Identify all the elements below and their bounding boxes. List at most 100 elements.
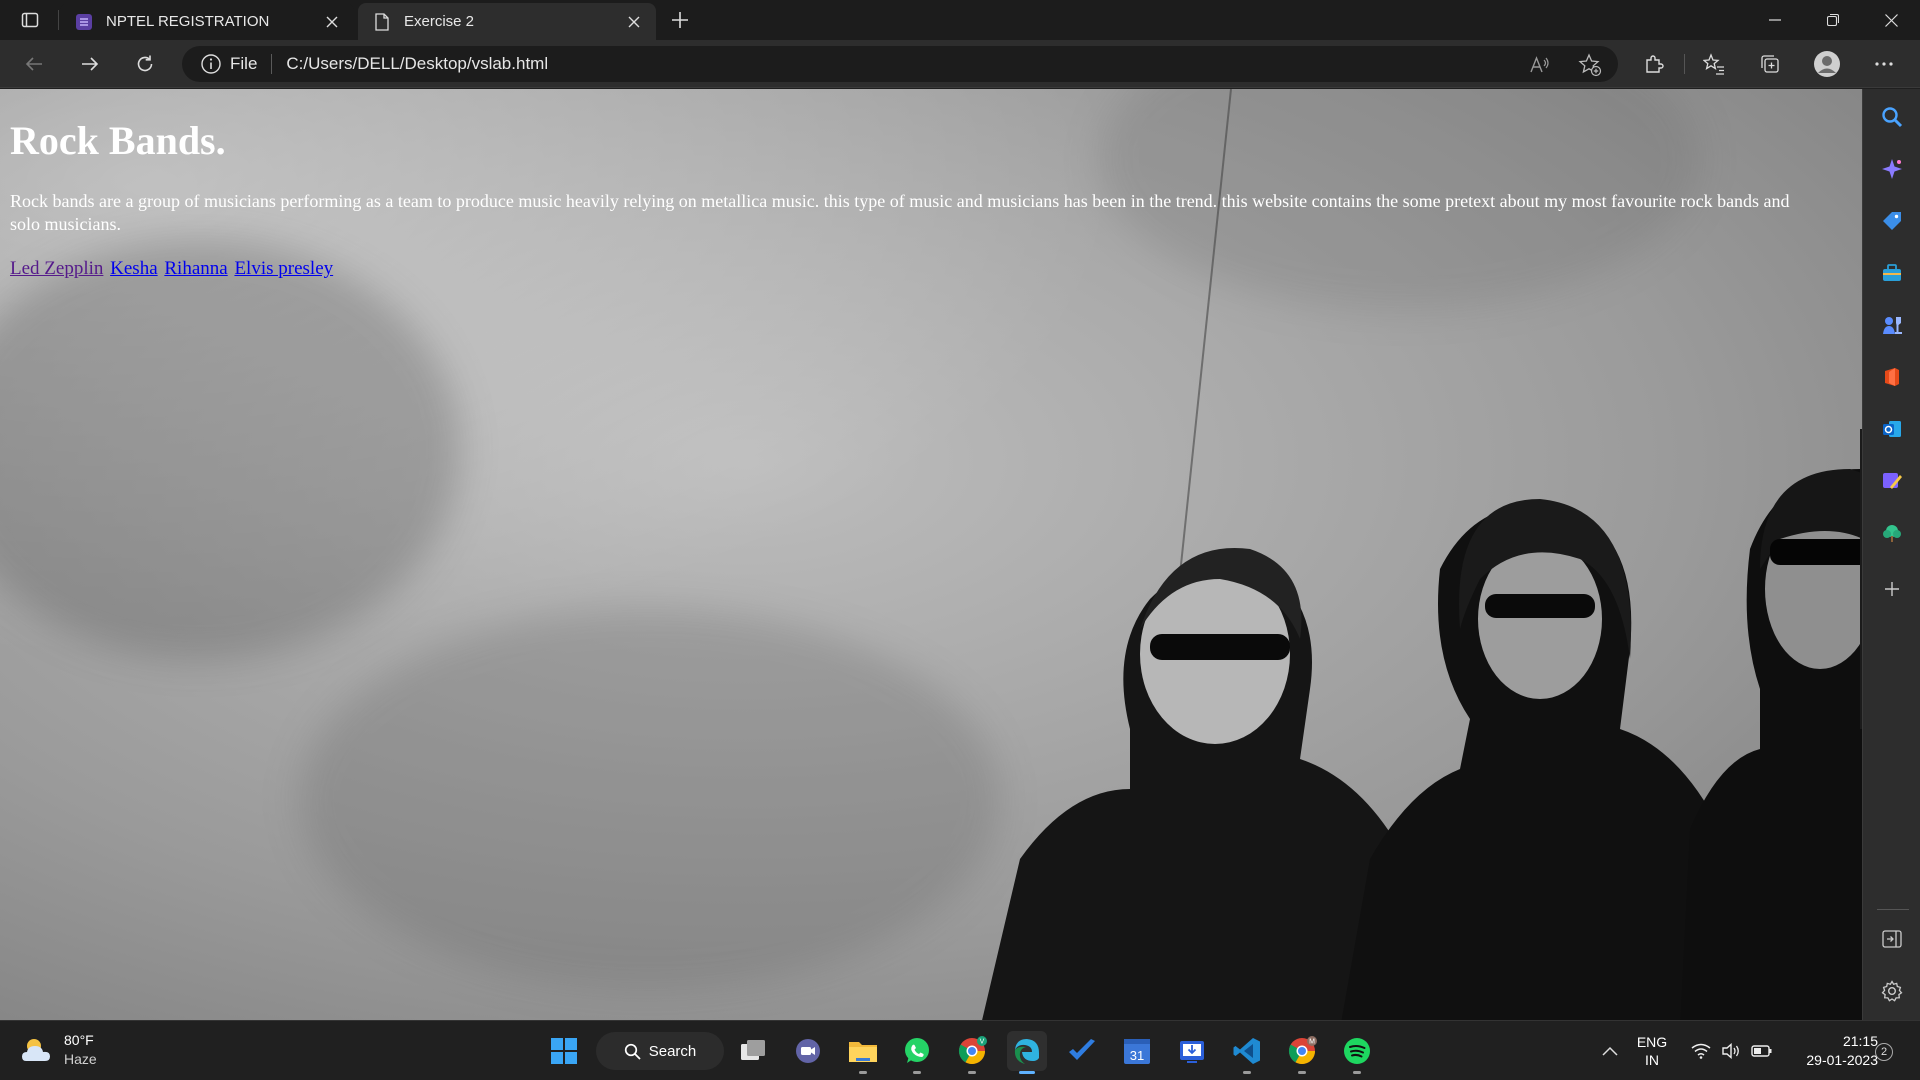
avatar-icon xyxy=(1814,51,1840,77)
battery-icon xyxy=(1751,1045,1772,1057)
minimize-icon xyxy=(1769,19,1781,21)
sidebar-outlook-button[interactable] xyxy=(1878,415,1906,443)
url-text[interactable]: C:/Users/DELL/Desktop/vslab.html xyxy=(286,54,548,74)
outlook-icon xyxy=(1883,421,1901,437)
info-icon[interactable] xyxy=(200,53,222,75)
address-bar[interactable]: File C:/Users/DELL/Desktop/vslab.html xyxy=(182,46,1618,82)
taskbar-search[interactable]: Search xyxy=(596,1032,724,1070)
forward-button[interactable] xyxy=(72,48,108,80)
sidebar-discover-button[interactable] xyxy=(1878,155,1906,183)
spotify-button[interactable] xyxy=(1337,1031,1377,1074)
clock[interactable]: 21:15 29-01-2023 xyxy=(1782,1021,1878,1080)
designer-icon xyxy=(1883,473,1902,489)
restore-icon xyxy=(1827,14,1839,26)
running-indicator xyxy=(1298,1071,1306,1074)
weather-temp: 80°F xyxy=(64,1032,94,1048)
office-icon xyxy=(1885,368,1899,386)
close-window-button[interactable] xyxy=(1862,0,1920,40)
weather-haze-icon xyxy=(22,1039,50,1061)
sidebar-separator xyxy=(1877,909,1909,910)
screen-tool-button[interactable] xyxy=(1172,1031,1212,1071)
system-tray-status[interactable] xyxy=(1686,1021,1778,1080)
video-chat-icon xyxy=(796,1039,820,1063)
sidebar-add-button[interactable] xyxy=(1878,575,1906,603)
teams-chat-button[interactable] xyxy=(788,1031,828,1071)
sidebar-collapse-button[interactable] xyxy=(1878,925,1906,953)
tab-close-button[interactable] xyxy=(620,8,648,36)
edge-button[interactable] xyxy=(1007,1031,1047,1074)
back-button[interactable] xyxy=(16,48,52,80)
running-indicator xyxy=(1019,1071,1035,1074)
windows-logo-icon xyxy=(551,1038,577,1064)
settings-more-button[interactable] xyxy=(1866,48,1902,80)
language-indicator[interactable]: ENG IN xyxy=(1628,1021,1676,1080)
page-content: Rock Bands. Rock bands are a group of mu… xyxy=(10,89,1850,280)
weather-widget[interactable]: 80°F Haze xyxy=(20,1031,97,1069)
link-rihanna[interactable]: Rihanna xyxy=(164,258,227,279)
sidebar-designer-button[interactable] xyxy=(1878,467,1906,495)
edge-sidebar xyxy=(1862,89,1920,1020)
background-texture xyxy=(300,609,1000,989)
page-favicon-icon xyxy=(372,12,392,32)
toolbox-icon xyxy=(1883,264,1901,281)
whatsapp-button[interactable] xyxy=(897,1031,937,1074)
tab-close-button[interactable] xyxy=(318,8,346,36)
panel-collapse-icon xyxy=(1882,930,1902,948)
link-kesha[interactable]: Kesha xyxy=(110,258,157,279)
minimize-button[interactable] xyxy=(1746,0,1804,40)
chrome-profile-v-button[interactable]: V xyxy=(952,1031,992,1074)
todo-button[interactable] xyxy=(1062,1031,1102,1071)
sidebar-search-button[interactable] xyxy=(1878,103,1906,131)
notification-badge[interactable]: 2 xyxy=(1875,1043,1893,1061)
folder-icon xyxy=(849,1042,877,1062)
plus-icon xyxy=(672,12,688,28)
band-links: Led Zepplin Kesha Rihanna Elvis presley xyxy=(10,258,1850,280)
collections-button[interactable] xyxy=(1752,48,1788,80)
add-favorite-icon[interactable] xyxy=(1578,53,1602,77)
sidebar-tools-button[interactable] xyxy=(1878,259,1906,287)
task-view-icon xyxy=(741,1040,765,1060)
tab-separator xyxy=(58,10,59,30)
chrome-profile-m-button[interactable]: M xyxy=(1282,1031,1322,1074)
language-code: ENG xyxy=(1636,1034,1668,1050)
sidebar-tree-button[interactable] xyxy=(1878,519,1906,547)
tree-icon xyxy=(1883,525,1901,542)
plus-icon xyxy=(1885,582,1899,596)
windows-taskbar: 80°F Haze Search V 31 M ENG IN 21:15 29-… xyxy=(0,1020,1920,1080)
file-explorer-button[interactable] xyxy=(843,1031,883,1074)
show-hidden-icons-button[interactable] xyxy=(1596,1021,1624,1080)
link-elvis-presley[interactable]: Elvis presley xyxy=(234,258,333,279)
start-button[interactable] xyxy=(544,1031,584,1071)
link-led-zepplin[interactable]: Led Zepplin xyxy=(10,258,103,279)
tag-icon xyxy=(1883,212,1901,230)
running-indicator xyxy=(859,1071,867,1074)
running-indicator xyxy=(968,1071,976,1074)
sidebar-shopping-button[interactable] xyxy=(1878,207,1906,235)
tab-exercise-2[interactable]: Exercise 2 xyxy=(358,3,656,40)
favorites-button[interactable] xyxy=(1696,48,1732,80)
calendar-icon: 31 xyxy=(1124,1039,1150,1064)
wifi-icon xyxy=(1691,1043,1711,1059)
task-view-button[interactable] xyxy=(733,1031,773,1071)
sidebar-office-button[interactable] xyxy=(1878,363,1906,391)
svg-text:V: V xyxy=(980,1039,985,1046)
chrome-icon: V xyxy=(958,1036,987,1065)
clock-time: 21:15 xyxy=(1842,1033,1878,1049)
tab-nptel-registration[interactable]: NPTEL REGISTRATION xyxy=(60,3,354,40)
profile-button[interactable] xyxy=(1809,48,1845,80)
tab-actions-button[interactable] xyxy=(10,6,50,34)
refresh-button[interactable] xyxy=(127,48,163,80)
restore-button[interactable] xyxy=(1804,0,1862,40)
read-aloud-icon[interactable] xyxy=(1528,53,1552,77)
sidebar-settings-button[interactable] xyxy=(1878,977,1906,1005)
tab-strip: NPTEL REGISTRATION Exercise 2 xyxy=(0,0,1920,40)
vscode-button[interactable] xyxy=(1227,1031,1267,1074)
extensions-button[interactable] xyxy=(1636,48,1672,80)
new-tab-button[interactable] xyxy=(664,6,696,34)
chrome-icon: M xyxy=(1288,1036,1317,1065)
volume-icon xyxy=(1722,1043,1739,1059)
puzzle-icon xyxy=(1646,55,1664,73)
svg-text:M: M xyxy=(1309,1039,1315,1046)
sidebar-games-button[interactable] xyxy=(1878,311,1906,339)
calendar-button[interactable]: 31 xyxy=(1117,1031,1157,1071)
